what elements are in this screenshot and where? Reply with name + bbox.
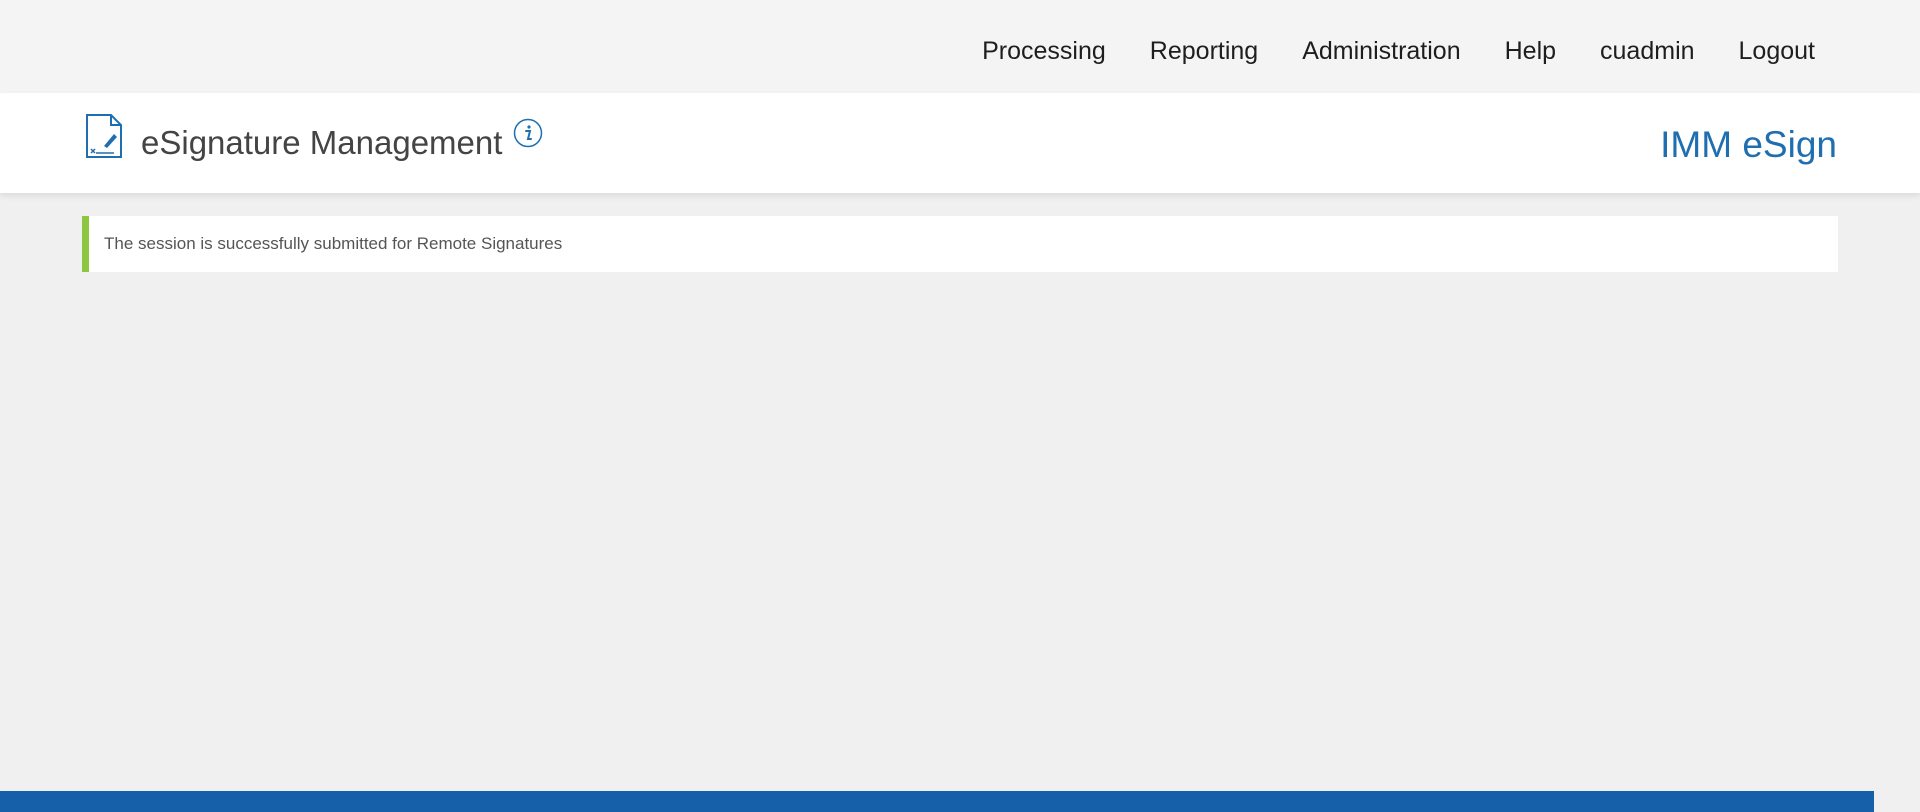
nav-item-logout[interactable]: Logout bbox=[1717, 34, 1815, 68]
page-header: eSignature Management IMM eSign bbox=[0, 93, 1920, 193]
nav-menu: Processing Reporting Administration Help… bbox=[960, 34, 1815, 68]
top-navigation: Processing Reporting Administration Help… bbox=[0, 0, 1920, 93]
footer-bar bbox=[0, 791, 1874, 812]
signature-document-icon bbox=[84, 113, 124, 159]
nav-item-user[interactable]: cuadmin bbox=[1578, 34, 1717, 68]
info-icon[interactable] bbox=[513, 118, 543, 148]
nav-item-help[interactable]: Help bbox=[1483, 34, 1578, 68]
brand-logo: IMM eSign bbox=[1660, 124, 1837, 165]
page-title: eSignature Management bbox=[141, 124, 503, 161]
success-message-text: The session is successfully submitted fo… bbox=[104, 234, 563, 253]
nav-item-processing[interactable]: Processing bbox=[960, 34, 1128, 68]
nav-item-reporting[interactable]: Reporting bbox=[1128, 34, 1280, 68]
success-message: The session is successfully submitted fo… bbox=[82, 216, 1838, 272]
nav-item-administration[interactable]: Administration bbox=[1280, 34, 1482, 68]
